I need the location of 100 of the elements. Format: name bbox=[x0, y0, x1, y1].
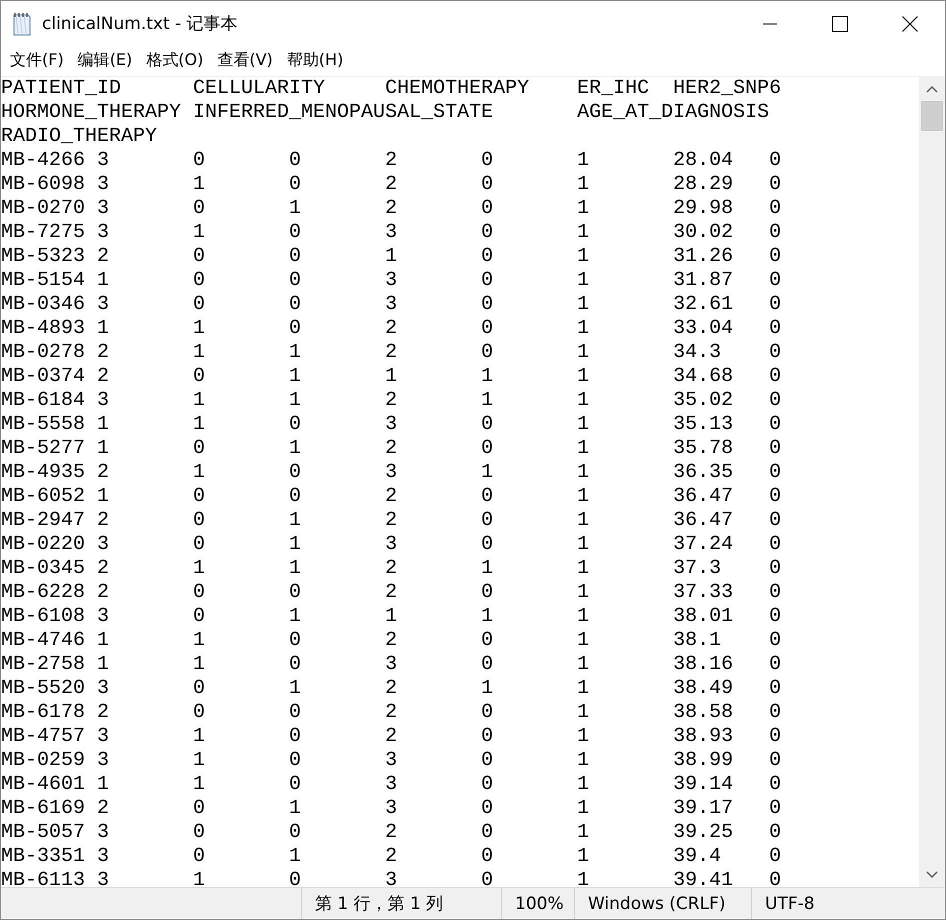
data-value: 0 bbox=[481, 436, 494, 461]
data-value: 0 bbox=[769, 316, 782, 341]
data-value: 0 bbox=[481, 268, 494, 293]
data-value: MB-0259 bbox=[1, 748, 86, 773]
data-value: MB-4746 bbox=[1, 628, 86, 653]
data-value: 1 bbox=[577, 700, 590, 725]
menu-item[interactable]: 帮助(H) bbox=[280, 48, 350, 74]
maximize-icon bbox=[832, 16, 848, 32]
data-value: 1 bbox=[577, 508, 590, 533]
data-value: 1 bbox=[385, 364, 398, 389]
data-value: 1 bbox=[577, 604, 590, 629]
data-value: MB-3351 bbox=[1, 844, 86, 869]
data-value: 3 bbox=[385, 652, 398, 677]
data-value: 3 bbox=[385, 412, 398, 437]
data-value: 0 bbox=[481, 868, 494, 888]
data-value: 0 bbox=[193, 196, 206, 221]
data-value: 0 bbox=[769, 868, 782, 888]
data-value: 2 bbox=[385, 676, 398, 701]
column-header: AGE_AT_DIAGNOSIS bbox=[577, 100, 770, 125]
data-value: 3 bbox=[97, 844, 110, 869]
data-value: 0 bbox=[289, 748, 302, 773]
data-value: 0 bbox=[769, 148, 782, 173]
data-value: 38.1 bbox=[673, 628, 722, 653]
data-value: 35.13 bbox=[673, 412, 734, 437]
data-value: 0 bbox=[769, 340, 782, 365]
data-value: 0 bbox=[481, 412, 494, 437]
data-value: 0 bbox=[769, 244, 782, 269]
data-value: 0 bbox=[769, 772, 782, 797]
cursor-position: 第 1 行，第 1 列 bbox=[301, 888, 501, 919]
data-value: 1 bbox=[577, 844, 590, 869]
data-value: 0 bbox=[193, 580, 206, 605]
data-value: MB-7275 bbox=[1, 220, 86, 245]
data-value: 1 bbox=[481, 364, 494, 389]
data-value: 1 bbox=[577, 796, 590, 821]
data-value: 2 bbox=[385, 196, 398, 221]
data-value: MB-5323 bbox=[1, 244, 86, 269]
data-value: 0 bbox=[481, 484, 494, 509]
data-value: 0 bbox=[289, 772, 302, 797]
data-value: 1 bbox=[577, 244, 590, 269]
data-value: 1 bbox=[577, 724, 590, 749]
data-value: 0 bbox=[769, 820, 782, 845]
data-value: 0 bbox=[289, 148, 302, 173]
data-value: 0 bbox=[193, 820, 206, 845]
data-value: 0 bbox=[289, 868, 302, 888]
data-value: MB-6228 bbox=[1, 580, 86, 605]
data-value: 0 bbox=[769, 748, 782, 773]
menu-item[interactable]: 格式(O) bbox=[139, 48, 210, 74]
data-value: 31.87 bbox=[673, 268, 734, 293]
data-value: MB-4601 bbox=[1, 772, 86, 797]
data-value: 2 bbox=[385, 628, 398, 653]
data-value: 0 bbox=[481, 796, 494, 821]
data-value: 2 bbox=[97, 556, 110, 581]
data-value: 0 bbox=[769, 436, 782, 461]
column-header: RADIO_THERAPY bbox=[1, 124, 158, 149]
data-value: 2 bbox=[385, 436, 398, 461]
data-value: 2 bbox=[385, 340, 398, 365]
data-value: 39.25 bbox=[673, 820, 734, 845]
data-value: 0 bbox=[769, 412, 782, 437]
data-value: MB-6052 bbox=[1, 484, 86, 509]
scrollbar-thumb[interactable] bbox=[921, 100, 943, 131]
data-value: 0 bbox=[769, 844, 782, 869]
data-value: 3 bbox=[385, 268, 398, 293]
column-header: HER2_SNP6 bbox=[673, 76, 782, 101]
data-value: 1 bbox=[97, 484, 110, 509]
data-value: MB-0345 bbox=[1, 556, 86, 581]
data-value: 0 bbox=[481, 220, 494, 245]
data-value: 1 bbox=[577, 820, 590, 845]
data-value: 0 bbox=[481, 748, 494, 773]
data-value: 1 bbox=[193, 628, 206, 653]
menu-item[interactable]: 查看(V) bbox=[210, 48, 280, 74]
zoom-level: 100% bbox=[501, 888, 574, 919]
data-value: 2 bbox=[385, 508, 398, 533]
data-value: 1 bbox=[193, 388, 206, 413]
data-value: MB-0346 bbox=[1, 292, 86, 317]
data-value: 0 bbox=[289, 220, 302, 245]
menu-item[interactable]: 文件(F) bbox=[3, 48, 71, 74]
data-value: 2 bbox=[97, 508, 110, 533]
data-value: 0 bbox=[481, 700, 494, 725]
data-value: 1 bbox=[97, 412, 110, 437]
data-value: 1 bbox=[193, 220, 206, 245]
data-value: 1 bbox=[289, 436, 302, 461]
data-value: 38.16 bbox=[673, 652, 734, 677]
scrollbar[interactable] bbox=[919, 76, 945, 888]
data-value: 0 bbox=[481, 724, 494, 749]
data-value: 0 bbox=[769, 172, 782, 197]
data-value: 36.35 bbox=[673, 460, 734, 485]
data-value: 31.26 bbox=[673, 244, 734, 269]
data-value: 1 bbox=[481, 676, 494, 701]
data-value: 28.29 bbox=[673, 172, 734, 197]
menu-item[interactable]: 编辑(E) bbox=[70, 48, 140, 74]
data-value: 0 bbox=[193, 244, 206, 269]
data-value: MB-6178 bbox=[1, 700, 86, 725]
data-value: 1 bbox=[577, 772, 590, 797]
data-value: 3 bbox=[97, 292, 110, 317]
data-value: 0 bbox=[481, 244, 494, 269]
data-value: MB-0220 bbox=[1, 532, 86, 557]
data-value: 38.93 bbox=[673, 724, 734, 749]
data-value: 1 bbox=[289, 508, 302, 533]
data-value: 1 bbox=[577, 340, 590, 365]
data-value: 0 bbox=[193, 436, 206, 461]
